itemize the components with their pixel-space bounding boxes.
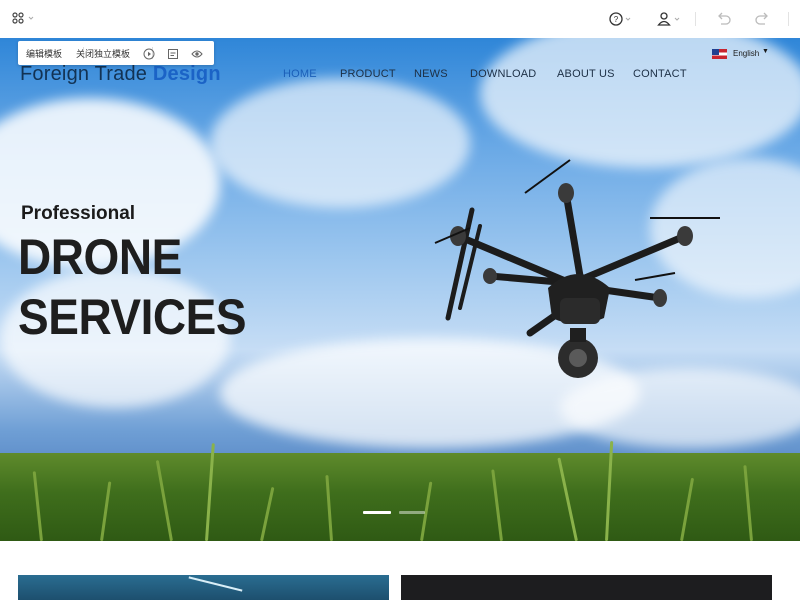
us-flag-icon bbox=[712, 49, 727, 59]
logo-text: Foreign Trade bbox=[20, 63, 148, 85]
nav-home[interactable]: HOME bbox=[283, 68, 317, 80]
nav-download[interactable]: DOWNLOAD bbox=[470, 68, 536, 80]
preview-eye-icon[interactable] bbox=[191, 47, 203, 59]
slider-dot-active[interactable] bbox=[363, 511, 391, 514]
help-button[interactable]: ? bbox=[608, 10, 632, 28]
question-circle-icon: ? bbox=[609, 12, 631, 26]
caret-down-icon: ▼ bbox=[762, 48, 769, 55]
redo-icon bbox=[755, 12, 768, 25]
nav-news[interactable]: NEWS bbox=[414, 68, 448, 80]
edit-template-button[interactable]: 编辑模板 bbox=[26, 47, 62, 60]
redo-button[interactable] bbox=[754, 10, 770, 28]
layout-icon[interactable] bbox=[167, 47, 179, 59]
nav-product[interactable]: PRODUCT bbox=[340, 68, 396, 80]
logo-accent: Design bbox=[152, 63, 221, 85]
undo-button[interactable] bbox=[716, 10, 732, 28]
grid-apps-icon[interactable] bbox=[12, 11, 36, 27]
editor-toolbar: ? bbox=[0, 0, 800, 39]
drone-image bbox=[434, 159, 720, 378]
slider-dot[interactable] bbox=[399, 511, 425, 514]
hero-kicker: Professional bbox=[21, 203, 136, 224]
boat-wake-shape bbox=[188, 576, 243, 592]
site-logo[interactable]: Foreign Trade Design bbox=[20, 63, 221, 86]
feature-card-dark[interactable] bbox=[401, 575, 772, 600]
undo-icon bbox=[718, 12, 731, 25]
content-section bbox=[0, 541, 800, 600]
user-icon bbox=[657, 12, 680, 26]
close-template-button[interactable]: 关闭独立模板 bbox=[76, 47, 130, 60]
hero-banner: 编辑模板 关闭独立模板 Foreign Trade Design HOME PR… bbox=[0, 38, 800, 541]
template-edit-popup: 编辑模板 关闭独立模板 bbox=[18, 41, 214, 65]
wheat-field bbox=[0, 441, 800, 541]
hero-headline-line1: DRONE bbox=[18, 229, 182, 285]
hero-headline-line2: SERVICES bbox=[18, 289, 247, 345]
toolbar-divider bbox=[788, 12, 789, 26]
user-menu-button[interactable] bbox=[656, 10, 682, 28]
language-label: English bbox=[733, 49, 760, 58]
toolbar-divider bbox=[695, 12, 696, 26]
nav-contact[interactable]: CONTACT bbox=[633, 68, 687, 80]
feature-card-image[interactable] bbox=[18, 575, 389, 600]
nav-about-us[interactable]: ABOUT US bbox=[557, 68, 615, 80]
svg-text:?: ? bbox=[614, 15, 619, 24]
play-icon[interactable] bbox=[143, 47, 155, 60]
